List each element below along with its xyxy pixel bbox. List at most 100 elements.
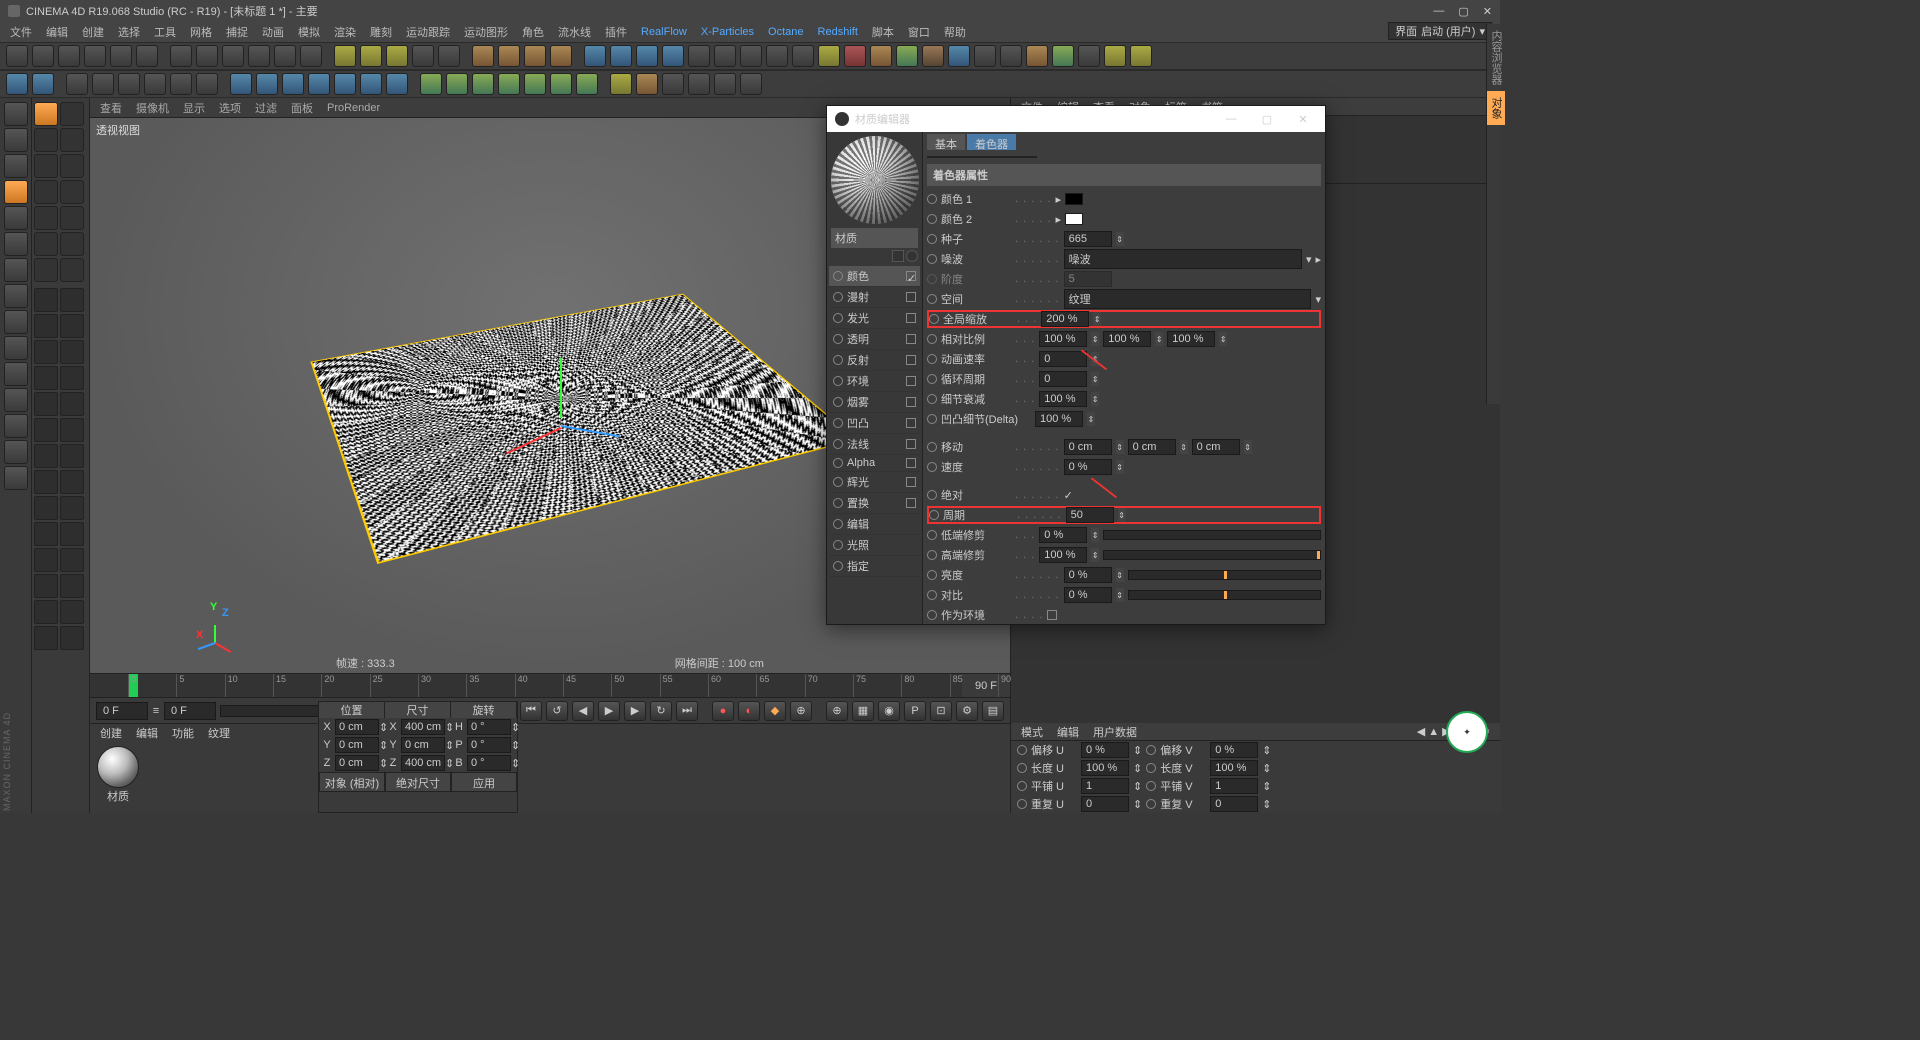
snap-grid-23[interactable] (60, 574, 84, 598)
toolbar-button-11[interactable] (274, 45, 296, 67)
toolbar-button-28[interactable] (662, 45, 684, 67)
toolbar-button-3[interactable] (84, 45, 106, 67)
toolbar-button-17[interactable] (412, 45, 434, 67)
menu-雕刻[interactable]: 雕刻 (370, 24, 392, 40)
toolbar2-button-20[interactable] (472, 73, 494, 95)
tool-1-1[interactable] (60, 128, 84, 152)
mode-button-14[interactable] (4, 466, 28, 490)
close-button[interactable]: ✕ (1483, 5, 1492, 18)
vptab-过滤[interactable]: 过滤 (255, 100, 277, 116)
snap-grid-27[interactable] (60, 626, 84, 650)
toolbar-button-0[interactable] (6, 45, 28, 67)
attr-row[interactable]: 偏移 U0 %⇕偏移 V0 %⇕ (1011, 741, 1501, 759)
material-swatch[interactable]: 材质 (94, 746, 142, 809)
toolbar-button-25[interactable] (584, 45, 606, 67)
snap-grid-11[interactable] (60, 418, 84, 442)
rot-key-button[interactable]: ◉ (878, 701, 900, 721)
snap-grid-22[interactable] (34, 574, 58, 598)
snap-grid-9[interactable] (60, 392, 84, 416)
menu-网格[interactable]: 网格 (190, 24, 212, 40)
me-circle-button[interactable] (906, 250, 918, 262)
snap-grid-15[interactable] (60, 470, 84, 494)
toolbar2-button-10[interactable] (230, 73, 252, 95)
mode-button-2[interactable] (4, 154, 28, 178)
toolbar2-button-24[interactable] (576, 73, 598, 95)
vptab-选项[interactable]: 选项 (219, 100, 241, 116)
channel-法线[interactable]: 法线 (829, 434, 920, 455)
toolbar2-button-15[interactable] (360, 73, 382, 95)
channel-凹凸[interactable]: 凹凸 (829, 413, 920, 434)
toolbar-button-38[interactable] (922, 45, 944, 67)
prev-frame-button[interactable]: ◀ (572, 701, 594, 721)
mode-button-10[interactable] (4, 362, 28, 386)
snap-grid-26[interactable] (34, 626, 58, 650)
toolbar-button-46[interactable] (1130, 45, 1152, 67)
toolbar-button-15[interactable] (360, 45, 382, 67)
menu-工具[interactable]: 工具 (154, 24, 176, 40)
toolbar2-button-8[interactable] (196, 73, 218, 95)
channel-置换[interactable]: 置换 (829, 493, 920, 514)
channel-光照[interactable]: 光照 (829, 535, 920, 556)
mode-button-0[interactable] (4, 102, 28, 126)
layout-selector[interactable]: 界面 启动 (用户)▾ (1388, 22, 1492, 40)
toolbar-button-40[interactable] (974, 45, 996, 67)
plane-object[interactable] (310, 294, 857, 564)
toolbar-button-33[interactable] (792, 45, 814, 67)
material-preview-sphere[interactable] (831, 136, 919, 224)
play-button[interactable]: ▶ (598, 701, 620, 721)
channel-颜色[interactable]: 颜色✓ (829, 266, 920, 287)
toolbar-button-30[interactable] (714, 45, 736, 67)
menu-创建[interactable]: 创建 (82, 24, 104, 40)
attr-tab-userdata[interactable]: 用户数据 (1093, 724, 1137, 740)
minimize-button[interactable]: — (1433, 5, 1444, 18)
side-tab-browser[interactable]: 内容浏览器 (1487, 24, 1505, 91)
attr-row[interactable]: 平铺 U1⇕平铺 V1⇕ (1011, 777, 1501, 795)
attr-tab-edit[interactable]: 编辑 (1057, 724, 1079, 740)
toolbar2-button-5[interactable] (118, 73, 140, 95)
toolbar2-button-29[interactable] (688, 73, 710, 95)
pla-button[interactable]: ⊡ (930, 701, 952, 721)
snap-grid-25[interactable] (60, 600, 84, 624)
shader-preview[interactable] (927, 156, 1037, 158)
toolbar-button-31[interactable] (740, 45, 762, 67)
goto-start-button[interactable]: ⏮ (520, 701, 542, 721)
vptab-ProRender[interactable]: ProRender (327, 102, 380, 114)
toolbar-button-45[interactable] (1104, 45, 1126, 67)
channel-漫射[interactable]: 漫射 (829, 287, 920, 308)
material-preview-icon[interactable] (97, 746, 139, 788)
mode-button-1[interactable] (4, 128, 28, 152)
snap-grid-14[interactable] (34, 470, 58, 494)
toolbar-button-29[interactable] (688, 45, 710, 67)
menu-模拟[interactable]: 模拟 (298, 24, 320, 40)
tool-5-1[interactable] (60, 232, 84, 256)
menu-运动跟踪[interactable]: 运动跟踪 (406, 24, 450, 40)
tool-0-0[interactable] (34, 102, 58, 126)
menu-运动图形[interactable]: 运动图形 (464, 24, 508, 40)
menu-文件[interactable]: 文件 (10, 24, 32, 40)
attr-row[interactable]: 长度 U100 %⇕长度 V100 %⇕ (1011, 759, 1501, 777)
toolbar2-button-11[interactable] (256, 73, 278, 95)
vptab-摄像机[interactable]: 摄像机 (136, 100, 169, 116)
autokey-button[interactable]: ◐ (738, 701, 760, 721)
mode-button-6[interactable] (4, 258, 28, 282)
toolbar2-button-1[interactable] (32, 73, 54, 95)
attr-tab-mode[interactable]: 模式 (1021, 724, 1043, 740)
mode-button-13[interactable] (4, 440, 28, 464)
snap-grid-4[interactable] (34, 340, 58, 364)
keyframe-button[interactable]: ◆ (764, 701, 786, 721)
mattab-创建[interactable]: 创建 (100, 725, 122, 741)
toolbar2-button-31[interactable] (740, 73, 762, 95)
snap-grid-7[interactable] (60, 366, 84, 390)
snap-grid-24[interactable] (34, 600, 58, 624)
snap-grid-5[interactable] (60, 340, 84, 364)
snap-grid-6[interactable] (34, 366, 58, 390)
snap-grid-8[interactable] (34, 392, 58, 416)
menu-Octane[interactable]: Octane (768, 26, 803, 38)
tab-shader[interactable]: 着色器 (967, 134, 1016, 150)
snap-grid-16[interactable] (34, 496, 58, 520)
menu-Redshift[interactable]: Redshift (818, 26, 858, 38)
toolbar2-button-16[interactable] (386, 73, 408, 95)
coord-mode-size[interactable]: 绝对尺寸 (385, 772, 451, 792)
tool-4-0[interactable] (34, 206, 58, 230)
frame-current[interactable]: 0 F (164, 702, 216, 720)
